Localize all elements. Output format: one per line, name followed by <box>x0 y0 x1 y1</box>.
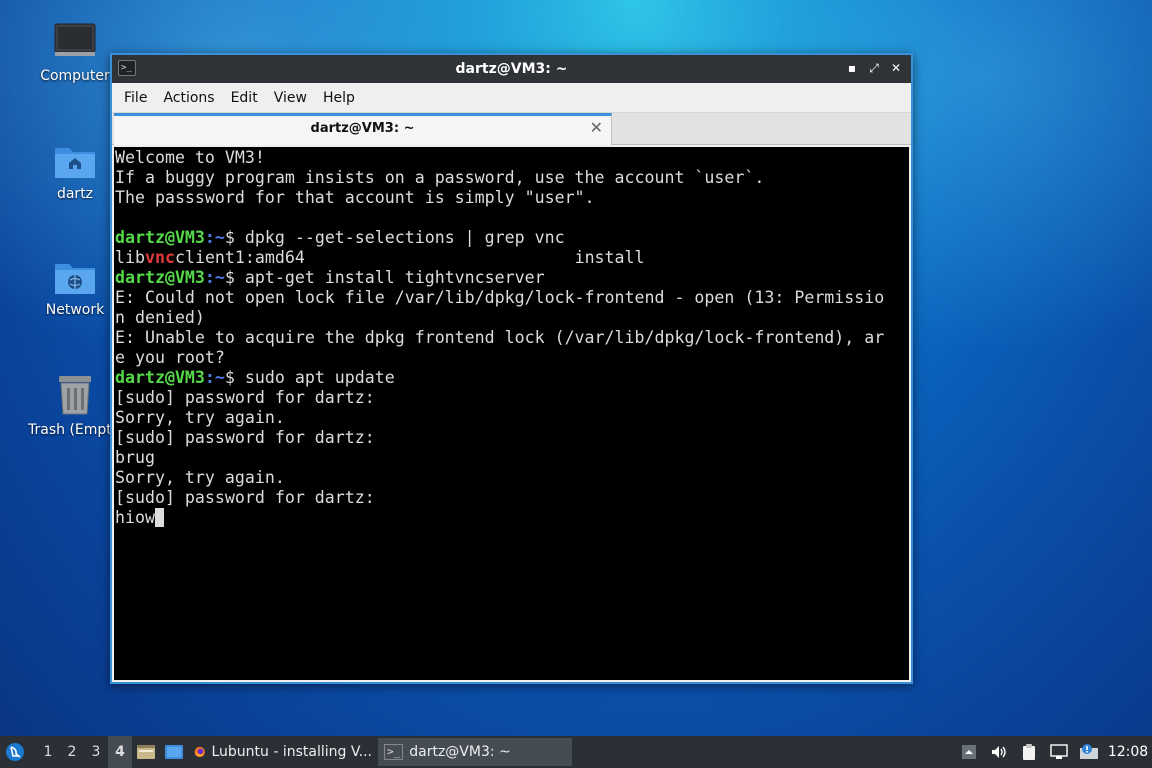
output-text: The passsword for that account is simply… <box>115 188 595 207</box>
clipboard-icon <box>1023 744 1035 760</box>
output-text: hiow <box>115 508 155 527</box>
terminal-line: E: Unable to acquire the dpkg frontend l… <box>115 328 909 348</box>
output-text: [sudo] password for dartz: <box>115 428 375 447</box>
terminal-window: >_ dartz@VM3: ~ ▪ ⤢ ✕ File Actions Edit … <box>110 53 913 684</box>
firefox-icon <box>194 746 205 758</box>
menu-actions[interactable]: Actions <box>155 86 222 110</box>
task-firefox[interactable]: Lubuntu - installing V... <box>188 738 378 766</box>
window-titlebar[interactable]: >_ dartz@VM3: ~ ▪ ⤢ ✕ <box>112 55 911 83</box>
terminal-line: brug <box>115 448 909 468</box>
prompt-symbol: $ <box>224 368 245 387</box>
chevron-up-icon <box>962 745 976 759</box>
maximize-button[interactable]: ⤢ <box>865 59 883 77</box>
clipboard-button[interactable] <box>1014 743 1044 761</box>
menu-view[interactable]: View <box>266 86 315 110</box>
output-text: Welcome to VM3! <box>115 148 265 167</box>
workspace-1[interactable]: 1 <box>36 744 60 760</box>
prompt-path: :~ <box>204 268 225 287</box>
output-text: e you root? <box>115 348 225 367</box>
terminal-line: dartz@VM3:~$ apt-get install tightvncser… <box>115 268 909 288</box>
prompt-path: :~ <box>204 368 225 387</box>
prompt-symbol: $ <box>224 228 245 247</box>
terminal-line: E: Could not open lock file /var/lib/dpk… <box>115 288 909 308</box>
output-text: If a buggy program insists on a password… <box>115 168 765 187</box>
terminal-line: Sorry, try again. <box>115 468 909 488</box>
task-label: dartz@VM3: ~ <box>409 744 511 760</box>
tab-terminal[interactable]: dartz@VM3: ~ ✕ <box>114 113 612 145</box>
grep-match: vnc <box>144 248 175 267</box>
command-text: apt-get install tightvncserver <box>244 268 545 287</box>
show-desktop-icon <box>165 745 183 759</box>
lubuntu-logo-icon <box>6 743 24 761</box>
volume-icon <box>992 746 1006 758</box>
terminal-line: dartz@VM3:~$ dpkg --get-selections | gre… <box>115 228 909 248</box>
updates-button[interactable] <box>1074 744 1104 760</box>
file-manager-icon <box>137 745 155 759</box>
terminal-line: e you root? <box>115 348 909 368</box>
output-text: [sudo] password for dartz: <box>115 388 375 407</box>
minimize-button[interactable]: ▪ <box>843 59 861 77</box>
terminal-line: Welcome to VM3! <box>115 148 909 168</box>
quicklaunch-show-desktop[interactable] <box>160 736 188 768</box>
output-text: [sudo] password for dartz: <box>115 488 375 507</box>
trash-icon <box>59 376 91 415</box>
taskbar: 1 2 3 4 Lubuntu - installing V... >_ dar… <box>0 736 1152 768</box>
task-terminal[interactable]: >_ dartz@VM3: ~ <box>378 738 572 766</box>
prompt-symbol: $ <box>224 268 245 287</box>
output-text: brug <box>115 448 155 467</box>
computer-icon <box>54 23 96 56</box>
menu-edit[interactable]: Edit <box>223 86 266 110</box>
terminal-output[interactable]: Welcome to VM3! If a buggy program insist… <box>114 147 909 680</box>
start-menu-button[interactable] <box>0 736 30 768</box>
terminal-line: n denied) <box>115 308 909 328</box>
workspace-3[interactable]: 3 <box>84 744 108 760</box>
terminal-line: dartz@VM3:~$ sudo apt update <box>115 368 909 388</box>
terminal-line: Sorry, try again. <box>115 408 909 428</box>
menu-help[interactable]: Help <box>315 86 363 110</box>
update-notifier-icon <box>1080 744 1098 759</box>
terminal-line: libvncclient1:amd64 install <box>115 248 909 268</box>
window-title: dartz@VM3: ~ <box>455 61 568 77</box>
task-label: Lubuntu - installing V... <box>211 744 372 760</box>
tab-label: dartz@VM3: ~ <box>310 121 415 136</box>
prompt-user: dartz@VM3 <box>115 368 205 387</box>
output-text: lib <box>115 248 145 267</box>
output-text: E: Unable to acquire the dpkg frontend l… <box>115 328 885 347</box>
network-folder-icon <box>55 264 95 294</box>
workspace-4[interactable]: 4 <box>108 736 132 768</box>
tab-bar: dartz@VM3: ~ ✕ <box>112 113 911 145</box>
terminal-line: The passsword for that account is simply… <box>115 188 909 208</box>
terminal-line: [sudo] password for dartz: <box>115 428 909 448</box>
volume-button[interactable] <box>984 744 1014 760</box>
tab-close-icon[interactable]: ✕ <box>590 118 603 137</box>
close-button[interactable]: ✕ <box>887 59 905 77</box>
network-button[interactable] <box>1044 744 1074 760</box>
quicklaunch-file-manager[interactable] <box>132 736 160 768</box>
system-tray: 12:08 <box>954 736 1152 768</box>
command-text: sudo apt update <box>244 368 395 387</box>
output-text: Sorry, try again. <box>115 408 285 427</box>
command-text: dpkg --get-selections | grep vnc <box>244 228 565 247</box>
output-text: E: Could not open lock file /var/lib/dpk… <box>115 288 885 307</box>
prompt-user: dartz@VM3 <box>115 228 205 247</box>
terminal-line: If a buggy program insists on a password… <box>115 168 909 188</box>
workspace-2[interactable]: 2 <box>60 744 84 760</box>
terminal-line: [sudo] password for dartz: <box>115 388 909 408</box>
menu-file[interactable]: File <box>116 86 155 110</box>
output-text: Sorry, try again. <box>115 468 285 487</box>
network-icon <box>1050 744 1068 759</box>
output-text: n denied) <box>115 308 205 327</box>
home-folder-icon <box>55 148 95 178</box>
prompt-user: dartz@VM3 <box>115 268 205 287</box>
terminal-line: hiow <box>115 508 909 528</box>
prompt-path: :~ <box>204 228 225 247</box>
output-text: client1:amd64 install <box>174 248 645 267</box>
terminal-cursor <box>154 508 164 527</box>
clock[interactable]: 12:08 <box>1104 744 1152 760</box>
tray-expand-button[interactable] <box>954 744 984 760</box>
terminal-icon: >_ <box>384 744 404 760</box>
terminal-line: [sudo] password for dartz: <box>115 488 909 508</box>
menubar: File Actions Edit View Help <box>112 83 911 113</box>
